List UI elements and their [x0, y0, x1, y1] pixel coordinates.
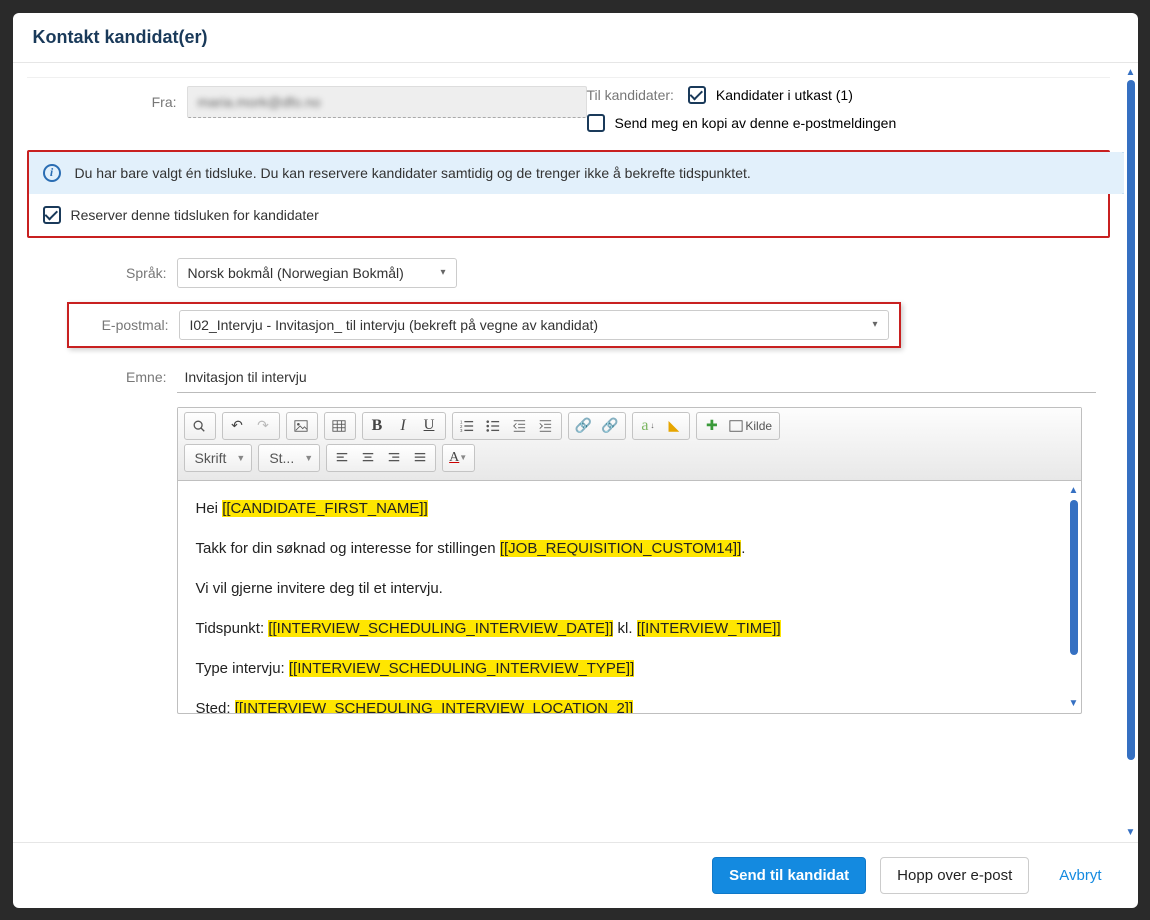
candidates-draft-label: Kandidater i utkast (1) [716, 87, 853, 103]
indent-icon[interactable] [533, 414, 559, 438]
undo-icon[interactable]: ↶ [225, 414, 251, 438]
language-value: Norsk bokmål (Norwegian Bokmål) [188, 265, 404, 281]
placeholder-icon[interactable]: ◣ [661, 414, 687, 438]
skip-email-button[interactable]: Hopp over e-post [880, 857, 1029, 894]
subject-label: Emne: [67, 369, 177, 385]
svg-text:3: 3 [460, 428, 463, 433]
align-justify-icon[interactable] [407, 446, 433, 470]
reserve-checkbox[interactable] [43, 206, 61, 224]
underline-icon[interactable]: U [417, 414, 443, 438]
copy-me-label: Send meg en kopi av denne e-postmeldinge… [615, 115, 897, 131]
from-label: Fra: [67, 94, 187, 110]
candidates-draft-checkbox[interactable] [688, 86, 706, 104]
merge-field: [[INTERVIEW_SCHEDULING_INTERVIEW_LOCATIO… [235, 700, 633, 713]
editor-toolbar: ↶ ↷ B [178, 408, 1081, 481]
merge-field: [[JOB_REQUISITION_CUSTOM14]] [500, 540, 741, 557]
scroll-up-icon[interactable]: ▲ [1126, 67, 1136, 78]
copy-me-checkbox[interactable] [587, 114, 605, 132]
from-input[interactable]: maria.mork@dfo.no [187, 86, 587, 118]
image-icon[interactable] [289, 414, 315, 438]
size-select[interactable]: St...▼ [258, 444, 320, 472]
scroll-up-icon: ▲ [1069, 485, 1079, 496]
snippet-icon[interactable]: ✚ [699, 414, 725, 438]
merge-field: [[INTERVIEW_TIME]] [637, 620, 781, 637]
subject-input[interactable]: Invitasjon til intervju [177, 362, 1096, 393]
merge-field: [[INTERVIEW_SCHEDULING_INTERVIEW_DATE]] [268, 620, 613, 637]
contact-candidates-modal: Kontakt kandidat(er) Fra: maria.mork@dfo… [13, 13, 1138, 908]
reserve-line: Reserver denne tidsluken for kandidater [29, 194, 1108, 236]
scroll-down-icon[interactable]: ▼ [1126, 827, 1136, 838]
language-select[interactable]: Norsk bokmål (Norwegian Bokmål) ▾ [177, 258, 457, 288]
bold-icon[interactable]: B [365, 414, 391, 438]
italic-icon[interactable]: I [391, 414, 417, 438]
source-icon[interactable]: Kilde [725, 414, 777, 438]
reserve-label: Reserver denne tidsluken for kandidater [71, 207, 319, 223]
table-icon[interactable] [327, 414, 353, 438]
chevron-down-icon: ▾ [872, 319, 877, 330]
scroll-thumb[interactable] [1127, 80, 1135, 760]
redo-icon[interactable]: ↷ [251, 414, 277, 438]
template-select[interactable]: I02_Intervju - Invitasjon_ til intervju … [179, 310, 889, 340]
ol-icon[interactable]: 123 [455, 414, 481, 438]
template-label: E-postmal: [69, 317, 179, 333]
send-button[interactable]: Send til kandidat [712, 857, 866, 894]
editor-scrollbar[interactable]: ▲ ▼ [1067, 481, 1081, 713]
info-text: Du har bare valgt én tidsluke. Du kan re… [75, 165, 751, 181]
language-label: Språk: [67, 265, 177, 281]
modal-title: Kontakt kandidat(er) [13, 13, 1138, 63]
editor-body[interactable]: Hei [[CANDIDATE_FIRST_NAME]] Takk for di… [178, 481, 1067, 713]
textcolor-icon[interactable]: a↓ [635, 414, 661, 438]
modal-footer: Send til kandidat Hopp over e-post Avbry… [13, 842, 1138, 908]
link-icon[interactable]: 🔗 [571, 414, 597, 438]
scroll-down-icon: ▼ [1069, 698, 1079, 709]
reserve-highlight-box: i Du har bare valgt én tidsluke. Du kan … [27, 150, 1110, 238]
info-bar: i Du har bare valgt én tidsluke. Du kan … [29, 152, 1122, 194]
cancel-button[interactable]: Avbryt [1043, 858, 1117, 893]
modal-scrollbar[interactable]: ▲ ▼ [1124, 63, 1138, 842]
template-value: I02_Intervju - Invitasjon_ til intervju … [190, 317, 599, 333]
chevron-down-icon: ▾ [440, 267, 445, 278]
align-left-icon[interactable] [329, 446, 355, 470]
unlink-icon[interactable]: 🔗 [597, 414, 623, 438]
ul-icon[interactable] [481, 414, 507, 438]
merge-field: [[CANDIDATE_FIRST_NAME]] [222, 500, 428, 517]
font-color-icon[interactable]: A ▼ [445, 446, 472, 470]
merge-field: [[INTERVIEW_SCHEDULING_INTERVIEW_TYPE]] [289, 660, 634, 677]
font-select[interactable]: Skrift▼ [184, 444, 253, 472]
from-obscured: maria.mork@dfo.no [198, 94, 321, 110]
outdent-icon[interactable] [507, 414, 533, 438]
preview-icon[interactable] [187, 414, 213, 438]
template-highlight-box: E-postmal: I02_Intervju - Invitasjon_ ti… [67, 302, 901, 348]
rich-text-editor: ↶ ↷ B [177, 407, 1082, 714]
align-right-icon[interactable] [381, 446, 407, 470]
modal-body: Fra: maria.mork@dfo.no Til kandidater: K… [13, 63, 1138, 842]
align-center-icon[interactable] [355, 446, 381, 470]
scroll-area: Fra: maria.mork@dfo.no Til kandidater: K… [13, 63, 1124, 842]
recipients-label: Til kandidater: [587, 87, 674, 103]
info-icon: i [43, 164, 61, 182]
